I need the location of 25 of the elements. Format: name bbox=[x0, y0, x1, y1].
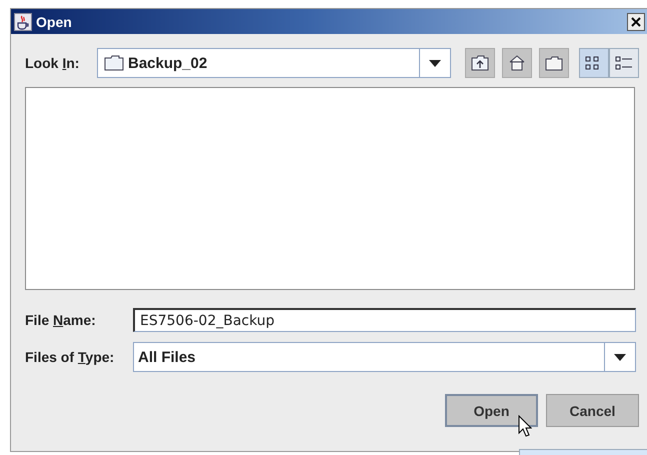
new-folder-button[interactable] bbox=[539, 48, 569, 78]
file-name-label: File Name: bbox=[25, 312, 97, 328]
close-button[interactable] bbox=[627, 12, 645, 30]
look-in-value: Backup_02 bbox=[128, 54, 208, 72]
folder-up-arrow-icon bbox=[471, 55, 489, 71]
folder-icon bbox=[104, 55, 124, 71]
file-name-field[interactable]: ES7506-02_Backup bbox=[133, 308, 636, 332]
cancel-button[interactable]: Cancel bbox=[546, 394, 639, 427]
coffee-cup-icon bbox=[14, 12, 32, 30]
cursor-icon bbox=[518, 415, 532, 437]
files-of-type-value: All Files bbox=[138, 348, 196, 366]
files-of-type-label: Files of Type: bbox=[25, 349, 116, 365]
look-in-label: Look In: bbox=[25, 55, 80, 71]
list-button[interactable] bbox=[579, 48, 609, 78]
details-button[interactable] bbox=[609, 48, 639, 78]
folder-icon bbox=[545, 55, 563, 71]
look-in-dropdown[interactable]: Backup_02 bbox=[97, 48, 451, 78]
open-button[interactable]: Open bbox=[445, 394, 538, 427]
list-icon bbox=[615, 55, 633, 71]
close-icon bbox=[631, 16, 641, 26]
home-button[interactable] bbox=[502, 48, 532, 78]
window-title: Open bbox=[36, 14, 72, 30]
up-button[interactable] bbox=[465, 48, 495, 78]
files-of-type-dropdown[interactable]: All Files bbox=[133, 342, 636, 372]
house-icon bbox=[508, 55, 526, 71]
